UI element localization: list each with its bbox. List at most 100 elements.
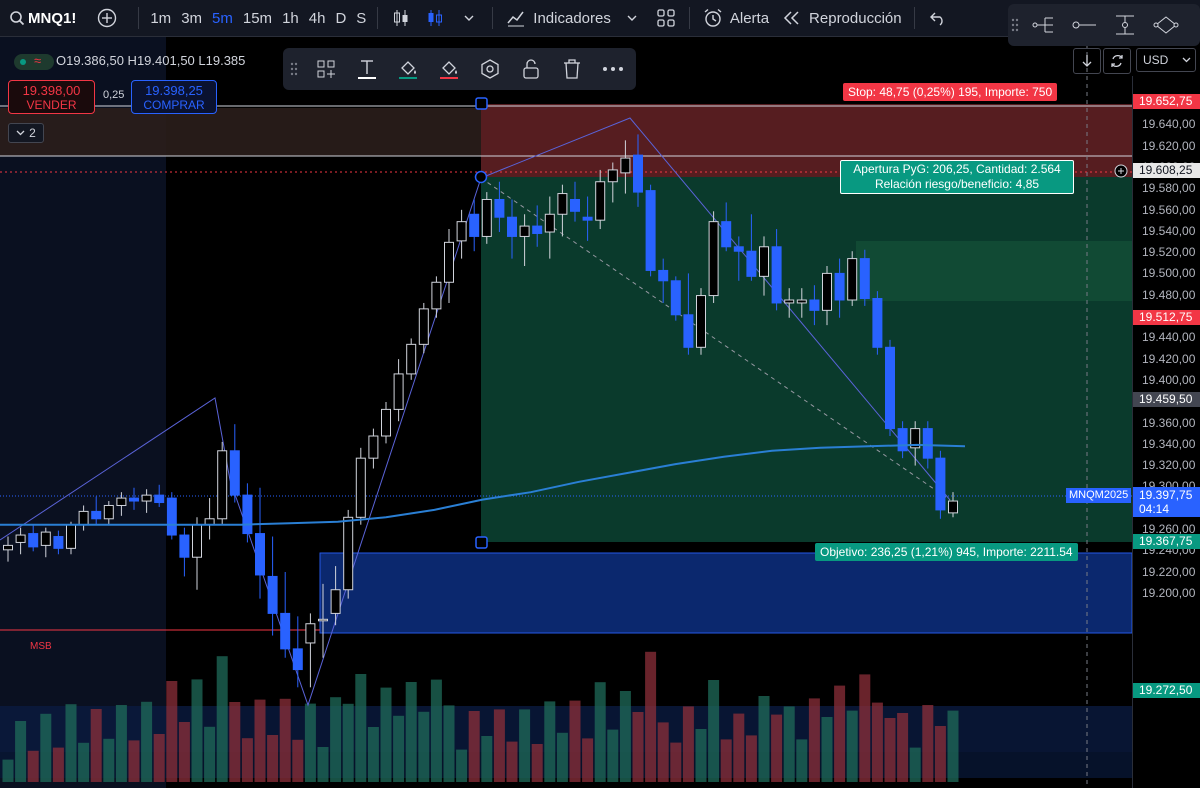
- sell-button[interactable]: 19.398,00 VENDER: [8, 80, 95, 114]
- drag-handle[interactable]: [1008, 7, 1022, 43]
- replay-button[interactable]: Reproducción: [775, 0, 908, 36]
- auto-scale-button[interactable]: [1103, 48, 1131, 74]
- price-tick: 19.580,00: [1142, 181, 1196, 196]
- candle-body: [456, 221, 467, 242]
- bar-countdown: 04:14: [1139, 502, 1170, 516]
- indicator-collapse-toggle[interactable]: 2: [8, 123, 44, 143]
- take-profit-zone[interactable]: [481, 177, 1132, 542]
- volume-bar: [544, 701, 556, 782]
- candle-body: [78, 510, 89, 526]
- chart-type-dropdown[interactable]: [452, 0, 486, 36]
- spread-value: 0,25: [103, 89, 125, 101]
- add-template-button[interactable]: [305, 51, 346, 87]
- volume-bar: [103, 738, 115, 782]
- fork-tool-button[interactable]: [1022, 7, 1063, 43]
- timeframe-1m[interactable]: 1m: [145, 0, 176, 36]
- timeframe-3m[interactable]: 3m: [176, 0, 207, 36]
- vertical-line-icon: [1115, 15, 1134, 35]
- volume-bar: [27, 750, 39, 782]
- volume-bar: [292, 739, 304, 782]
- candle-body: [40, 531, 51, 546]
- target-label[interactable]: Objetivo: 236,25 (1,21%) 945, Importe: 2…: [815, 543, 1078, 561]
- price-chart[interactable]: [0, 36, 1132, 788]
- timeframe-group: 1m 3m 5m 15m 1h 4h D S: [145, 0, 371, 36]
- candle-body: [343, 516, 354, 591]
- object-toolbar: [283, 48, 636, 90]
- volume-bar: [115, 705, 127, 782]
- refresh-icon: [1111, 54, 1123, 68]
- candle-body: [494, 198, 505, 218]
- candle-body: [885, 346, 895, 430]
- volume-bar: [178, 722, 190, 782]
- volume-bar: [834, 685, 846, 782]
- add-alert-button[interactable]: [1113, 163, 1129, 179]
- undo-button[interactable]: [921, 0, 955, 36]
- timeframe-D[interactable]: D: [330, 0, 351, 36]
- stop-label[interactable]: Stop: 48,75 (0,25%) 195, Importe: 750: [843, 83, 1058, 101]
- currency-selector[interactable]: USD: [1136, 48, 1196, 72]
- alert-button[interactable]: Alerta: [696, 0, 775, 36]
- volume-bar: [733, 713, 745, 782]
- timeframe-1h[interactable]: 1h: [277, 0, 304, 36]
- timeframe-5m[interactable]: 5m: [207, 0, 238, 36]
- delete-button[interactable]: [551, 51, 592, 87]
- buy-button[interactable]: 19.398,25 COMPRAR: [131, 80, 217, 114]
- timeframe-4h[interactable]: 4h: [304, 0, 331, 36]
- volume-bar: [380, 687, 392, 782]
- scroll-to-latest-button[interactable]: [1073, 48, 1101, 74]
- candle-body: [3, 544, 13, 551]
- open-pnl-label[interactable]: Apertura PyG: 206,25, Cantidad: 2.564 Re…: [840, 160, 1074, 194]
- candle-body: [255, 533, 265, 576]
- candle-body: [267, 575, 278, 614]
- candle-body: [91, 510, 102, 520]
- ray-tool-button[interactable]: [1063, 7, 1104, 43]
- candle-body: [721, 221, 732, 248]
- candle-body: [179, 534, 190, 558]
- candle-body: [469, 213, 480, 237]
- price-tick: 19.620,00: [1142, 138, 1196, 153]
- candle-body: [368, 435, 379, 459]
- drag-handle[interactable]: [283, 51, 305, 87]
- position-handle-entry[interactable]: [474, 170, 488, 184]
- candle-body: [519, 225, 530, 237]
- symbol-search-button[interactable]: MNQ1!: [0, 0, 82, 36]
- chevron-down-icon: [458, 7, 480, 29]
- grid-icon: [655, 7, 677, 29]
- candle-body: [305, 623, 316, 644]
- market-open-dot: [20, 59, 26, 65]
- plus-circle-icon: [96, 7, 118, 29]
- alert-label: Alerta: [729, 9, 770, 27]
- compare-symbol-button[interactable]: [82, 0, 132, 36]
- layouts-button[interactable]: [649, 0, 683, 36]
- demand-zone[interactable]: [319, 552, 1132, 634]
- position-handle-top[interactable]: [475, 97, 488, 110]
- more-options-button[interactable]: [592, 51, 633, 87]
- candle-body: [633, 154, 643, 193]
- volume-bar: [556, 732, 568, 782]
- vertical-line-tool-button[interactable]: [1104, 7, 1145, 43]
- candle-body: [242, 494, 253, 535]
- settings-button[interactable]: [469, 51, 510, 87]
- stop-fill-color-button[interactable]: [428, 51, 469, 87]
- bar-style-candles-button[interactable]: [384, 0, 418, 36]
- stop-price-label: 19.652,75: [1133, 94, 1200, 109]
- price-tick: 19.400,00: [1142, 372, 1196, 387]
- candle-body: [872, 298, 883, 348]
- target-price-label: 19.367,75: [1133, 534, 1200, 549]
- fill-color-button[interactable]: [387, 51, 428, 87]
- volume-bar: [582, 738, 594, 782]
- candle-body: [708, 221, 719, 297]
- timeframe-S[interactable]: S: [351, 0, 371, 36]
- bar-style-hollow-button[interactable]: [418, 0, 452, 36]
- separator: [913, 7, 915, 29]
- volume-bar: [871, 702, 883, 782]
- shape-tool-button[interactable]: [1145, 7, 1186, 43]
- volume-bar: [569, 700, 581, 782]
- lock-button[interactable]: [510, 51, 551, 87]
- candle-body: [355, 457, 366, 518]
- ohlc-legend: O19.386,50 H19.401,50 L19.385: [56, 53, 246, 68]
- position-handle-bottom[interactable]: [475, 536, 488, 549]
- indicators-button[interactable]: Indicadores: [499, 0, 649, 36]
- timeframe-15m[interactable]: 15m: [238, 0, 277, 36]
- text-color-button[interactable]: [346, 51, 387, 87]
